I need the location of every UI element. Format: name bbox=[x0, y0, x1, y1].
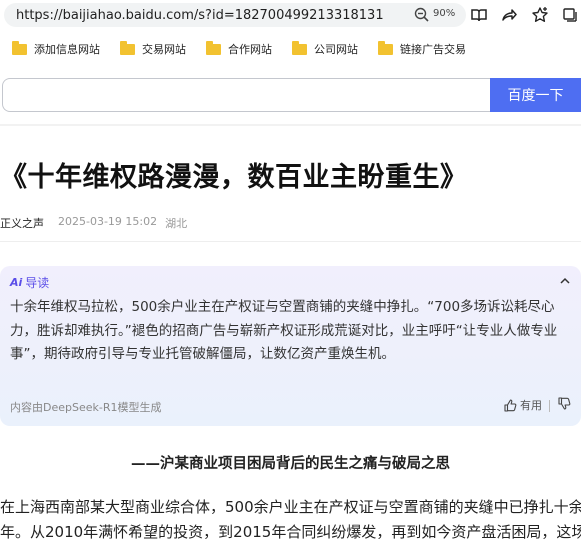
folder-icon bbox=[12, 40, 27, 55]
ai-logo-icon: Ai bbox=[10, 276, 23, 289]
ai-summary-card: Ai 导读 十余年维权马拉松，500余户业主在产权证与空置商铺的夹缝中挣扎。“7… bbox=[0, 266, 581, 426]
article-subheading: ——沪某商业项目困局背后的民生之痛与破局之思 bbox=[131, 456, 450, 472]
author-name[interactable]: 正义之声 bbox=[0, 215, 44, 231]
bookmark-label: 公司网站 bbox=[314, 43, 358, 56]
search-input[interactable] bbox=[2, 78, 492, 112]
search-bar: 百度一下 bbox=[0, 78, 581, 112]
bookmark-folder[interactable]: 公司网站 bbox=[292, 40, 358, 57]
bookmark-folder[interactable]: 交易网站 bbox=[120, 40, 186, 57]
useful-label: 有用 bbox=[520, 399, 542, 412]
header-divider bbox=[0, 124, 581, 126]
zoom-out-icon[interactable] bbox=[414, 7, 430, 23]
collections-icon[interactable] bbox=[561, 6, 579, 24]
feedback-divider bbox=[549, 400, 550, 412]
ai-summary-header: Ai 导读 bbox=[10, 274, 49, 291]
url-text[interactable]: https://baijiahao.baidu.com/s?id=1827004… bbox=[16, 8, 384, 23]
bookmark-folder[interactable]: 链接广告交易 bbox=[378, 40, 466, 57]
article-title: 《十年维权路漫漫，数百业主盼重生》 bbox=[0, 162, 468, 193]
bookmark-label: 合作网站 bbox=[228, 43, 272, 56]
bookmark-label: 链接广告交易 bbox=[400, 43, 466, 56]
favorite-star-icon[interactable] bbox=[531, 6, 549, 24]
paragraph-line: 在上海西南部某大型商业综合体，500余户业主在产权证与空置商铺的夹缝中已挣扎十余 bbox=[0, 498, 581, 516]
useful-button[interactable]: 有用 bbox=[504, 397, 542, 413]
publish-location: 湖北 bbox=[165, 217, 188, 230]
ai-summary-text: 十余年维权马拉松，500余户业主在产权证与空置商铺的夹缝中挣扎。“700多场诉讼… bbox=[10, 299, 558, 362]
meta-divider bbox=[0, 241, 581, 242]
bookmarks-bar: 添加信息网站 交易网站 合作网站 公司网站 链接广告交易 bbox=[0, 36, 581, 62]
folder-icon bbox=[120, 40, 135, 55]
bookmark-folder[interactable]: 添加信息网站 bbox=[12, 40, 100, 57]
thumbs-down-icon[interactable] bbox=[558, 397, 571, 410]
folder-icon bbox=[378, 40, 393, 55]
thumbs-up-icon bbox=[504, 398, 517, 412]
folder-icon bbox=[292, 40, 307, 55]
address-bar[interactable]: https://baijiahao.baidu.com/s?id=1827004… bbox=[4, 3, 466, 27]
bookmark-folder[interactable]: 合作网站 bbox=[206, 40, 272, 57]
bookmark-label: 添加信息网站 bbox=[34, 43, 100, 56]
browser-toolbar: https://baijiahao.baidu.com/s?id=1827004… bbox=[0, 0, 581, 30]
ai-summary-source: 内容由DeepSeek-R1模型生成 bbox=[10, 401, 162, 414]
folder-icon bbox=[206, 40, 221, 55]
zoom-level[interactable]: 90% bbox=[433, 8, 455, 19]
paragraph-line: 年。从2010年满怀希望的投资，到2015年合同纠纷爆发，再到如今资产盘活困局，… bbox=[0, 523, 581, 541]
publish-date: 2025-03-19 15:02 bbox=[58, 215, 158, 228]
ai-summary-label: 导读 bbox=[25, 276, 50, 290]
article-meta: 正义之声 2025-03-19 15:02 湖北 bbox=[0, 215, 187, 231]
article-paragraph: 在上海西南部某大型商业综合体，500余户业主在产权证与空置商铺的夹缝中已挣扎十余… bbox=[0, 495, 581, 545]
bookmark-label: 交易网站 bbox=[142, 43, 186, 56]
chevron-up-icon[interactable] bbox=[559, 275, 571, 287]
search-button[interactable]: 百度一下 bbox=[490, 78, 581, 112]
reading-mode-icon[interactable] bbox=[470, 6, 488, 24]
share-icon[interactable] bbox=[500, 6, 518, 24]
